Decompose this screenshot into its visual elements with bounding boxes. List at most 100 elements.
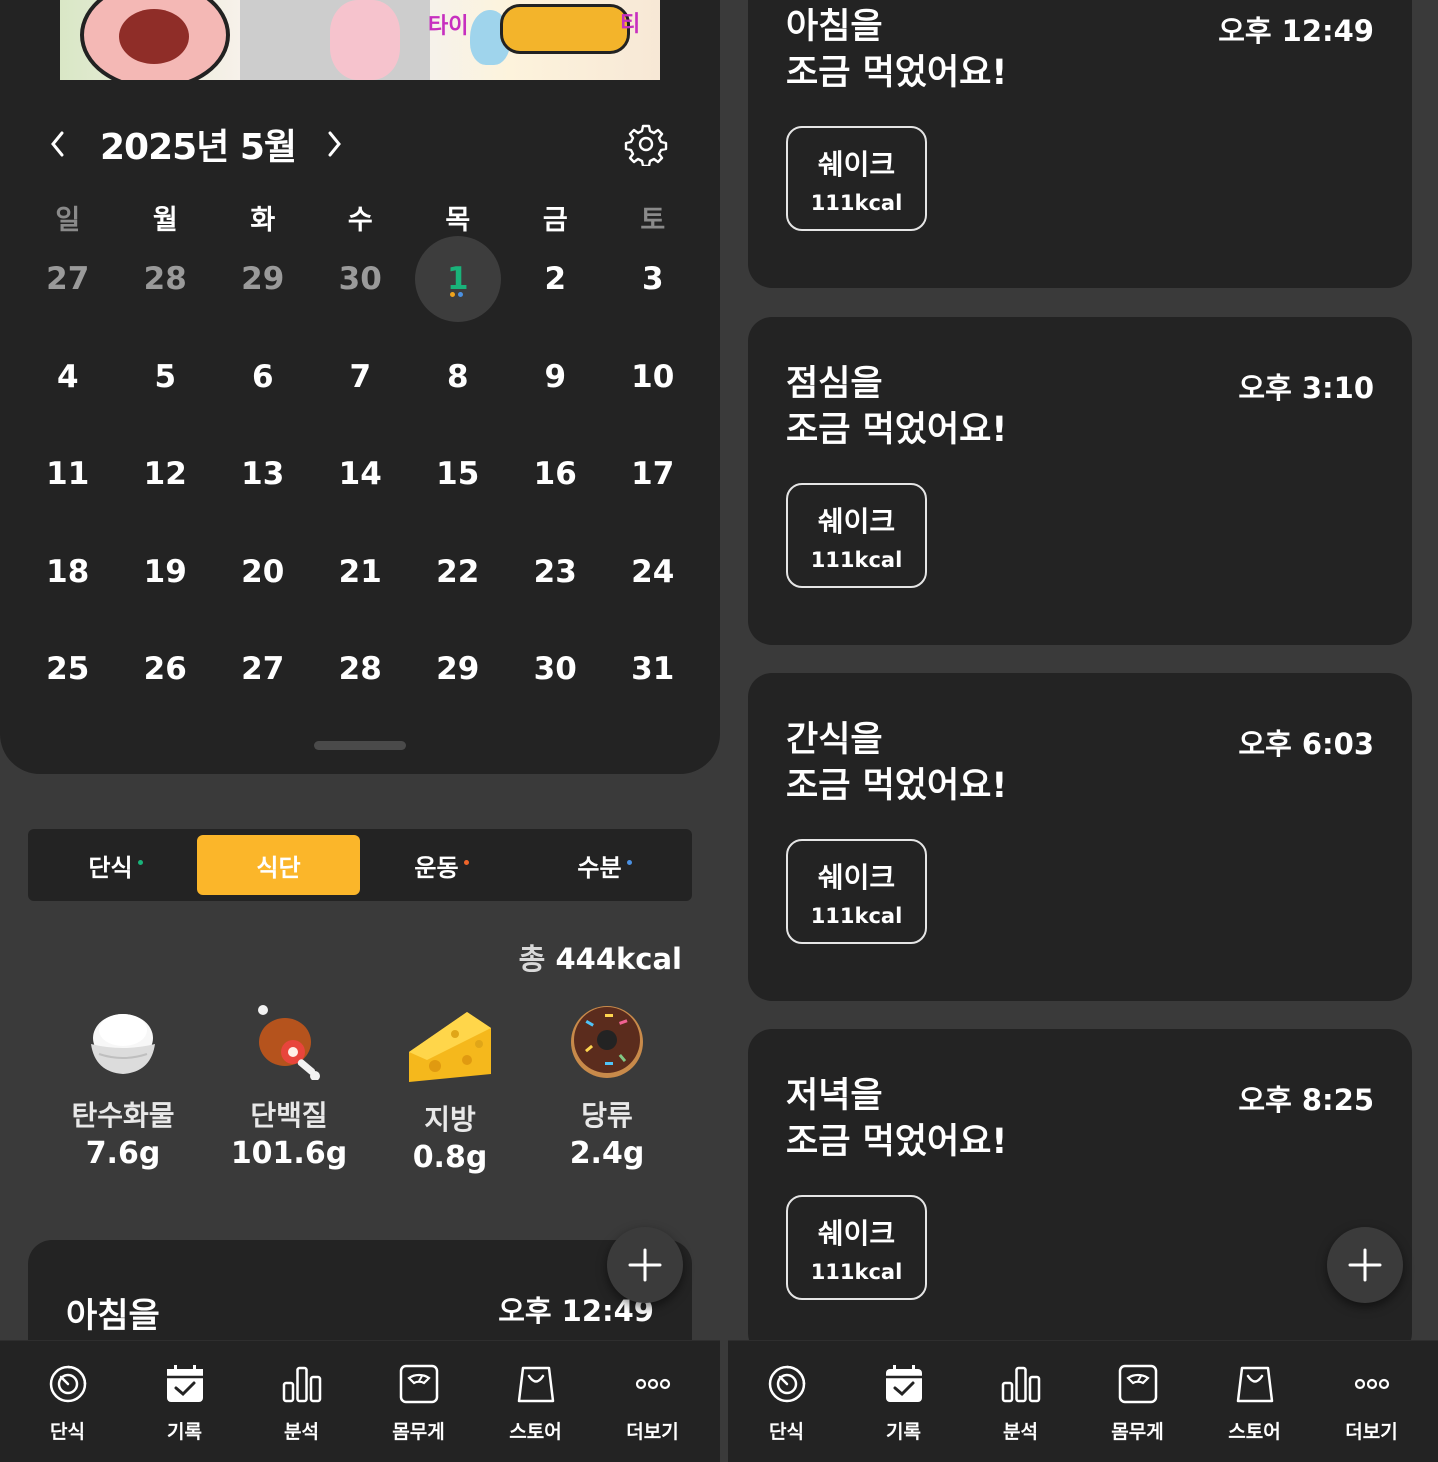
meal-title: 저녁을 조금 먹었어요! [786, 1073, 1007, 1165]
calendar-week: 4 5 6 7 8 9 10 [19, 334, 702, 432]
food-chip[interactable]: 쉐이크 111kcal [786, 839, 927, 944]
meal-card-dinner[interactable]: 저녁을 조금 먹었어요! 오후 8:25 쉐이크 111kcal [748, 1029, 1412, 1340]
calendar-day[interactable]: 16 [507, 431, 605, 517]
calendar-day[interactable]: 4 [19, 334, 117, 420]
left-screen: 타이 티 ? 2025년 5월 일 월 화 수 목 금 [0, 0, 720, 1340]
food-chip[interactable]: 쉐이크 111kcal [786, 1195, 927, 1300]
calendar-day[interactable]: 27 [214, 626, 312, 712]
nav-analysis[interactable]: 분석 [243, 1341, 360, 1462]
nav-label: 몸무게 [1111, 1421, 1164, 1443]
meal-title-line: 조금 먹었어요! [786, 410, 1008, 450]
add-record-button[interactable] [607, 1227, 683, 1303]
nav-more[interactable]: 더보기 [1313, 1341, 1430, 1462]
nutrient-value: 0.8g [412, 1140, 488, 1175]
tab-label: 단식 [88, 853, 133, 882]
tab-diet[interactable]: 식단 [197, 835, 360, 895]
nav-weight[interactable]: 몸무게 [1079, 1341, 1196, 1462]
add-record-button[interactable] [1327, 1227, 1403, 1303]
nav-fasting[interactable]: 단식 [728, 1341, 845, 1462]
calendar-day[interactable]: 23 [507, 529, 605, 615]
calendar-day[interactable]: 28 [117, 236, 215, 322]
calendar-drag-handle[interactable] [314, 741, 406, 750]
calendar-check-icon [885, 1365, 922, 1402]
tab-exercise[interactable]: 운동 [360, 835, 523, 895]
calendar-day[interactable]: 21 [312, 529, 410, 615]
calendar-day[interactable]: 5 [117, 334, 215, 420]
nav-label: 스토어 [1228, 1421, 1281, 1443]
food-name: 쉐이크 [817, 504, 896, 538]
chevron-right-icon [328, 131, 341, 157]
calendar-check-icon [166, 1365, 203, 1402]
nav-label: 단식 [769, 1421, 804, 1443]
record-dots [450, 292, 463, 297]
chevron-left-icon [51, 131, 64, 157]
nutrient-value: 7.6g [85, 1136, 161, 1171]
more-icon [1354, 1378, 1389, 1390]
calendar-day[interactable]: 6 [214, 334, 312, 420]
nav-store[interactable]: 스토어 [1196, 1341, 1313, 1462]
calendar-day[interactable]: 18 [19, 529, 117, 615]
calendar-day[interactable]: 30 [507, 626, 605, 712]
timer-icon [768, 1365, 805, 1403]
nav-weight[interactable]: 몸무게 [360, 1341, 477, 1462]
nutrient-protein: 단백질 101.6g [209, 1000, 369, 1171]
nav-record[interactable]: 기록 [845, 1341, 962, 1462]
calendar-day[interactable]: 28 [312, 626, 410, 712]
meal-card-breakfast[interactable]: 아침을 조금 먹었어요! 오후 12:49 쉐이크 111kcal [748, 0, 1412, 288]
meal-time: 오후 8:25 [1238, 1083, 1374, 1117]
calendar-day[interactable]: 11 [19, 431, 117, 517]
calendar-day[interactable]: 29 [409, 626, 507, 712]
gear-icon [624, 124, 668, 168]
prev-month-button[interactable] [40, 122, 76, 166]
calendar-day[interactable]: 30 [312, 236, 410, 322]
calendar-day[interactable]: 22 [409, 529, 507, 615]
calendar-day[interactable]: 15 [409, 431, 507, 517]
tab-water[interactable]: 수분 [523, 835, 686, 895]
calendar-day[interactable]: 27 [19, 236, 117, 322]
calendar-day[interactable]: 31 [604, 626, 702, 712]
calendar-week: 11 12 13 14 15 16 17 [19, 431, 702, 529]
calendar-day[interactable]: 9 [507, 334, 605, 420]
right-screen: 아침을 조금 먹었어요! 오후 12:49 쉐이크 111kcal 점심을 조금… [720, 0, 1438, 1340]
nav-analysis[interactable]: 분석 [962, 1341, 1079, 1462]
calendar-day[interactable]: 8 [409, 334, 507, 420]
calendar-day[interactable]: 3 [604, 236, 702, 322]
calendar-day[interactable]: 10 [604, 334, 702, 420]
nav-label: 더보기 [626, 1421, 679, 1443]
meal-card-lunch[interactable]: 점심을 조금 먹었어요! 오후 3:10 쉐이크 111kcal [748, 317, 1412, 645]
calendar-day[interactable]: 19 [117, 529, 215, 615]
nav-store[interactable]: 스토어 [477, 1341, 594, 1462]
food-chip[interactable]: 쉐이크 111kcal [786, 126, 927, 231]
calendar-day[interactable]: 20 [214, 529, 312, 615]
total-prefix: 총 [518, 942, 546, 976]
calendar-day[interactable]: 14 [312, 431, 410, 517]
calendar-day[interactable]: 7 [312, 334, 410, 420]
meal-time: 오후 6:03 [1238, 727, 1374, 761]
calendar-day[interactable]: 17 [604, 431, 702, 517]
next-month-button[interactable] [316, 122, 352, 166]
calendar-day-today[interactable]: 1 [409, 236, 507, 322]
meal-card[interactable]: 아침을 오후 12:49 [28, 1240, 692, 1340]
food-chip[interactable]: 쉐이크 111kcal [786, 483, 927, 588]
nav-fasting[interactable]: 단식 [9, 1341, 126, 1462]
food-kcal: 111kcal [810, 1259, 903, 1284]
food-name: 쉐이크 [817, 860, 896, 894]
calendar-day[interactable]: 29 [214, 236, 312, 322]
food-kcal: 111kcal [810, 903, 903, 928]
calendar-day[interactable]: 12 [117, 431, 215, 517]
nav-label: 단식 [50, 1421, 85, 1443]
nav-record[interactable]: 기록 [126, 1341, 243, 1462]
calendar-day[interactable]: 13 [214, 431, 312, 517]
settings-button[interactable] [624, 122, 668, 168]
nav-more[interactable]: 더보기 [594, 1341, 711, 1462]
scale-icon [1118, 1364, 1157, 1404]
bottom-nav: 단식 기록 분석 몸무게 스토어 더보기 [0, 1340, 720, 1462]
ad-banner[interactable]: 타이 티 ? [60, 0, 660, 80]
meal-card-snack[interactable]: 간식을 조금 먹었어요! 오후 6:03 쉐이크 111kcal [748, 673, 1412, 1001]
calendar-day[interactable]: 26 [117, 626, 215, 712]
tab-fasting[interactable]: 단식 [34, 835, 197, 895]
calendar-day[interactable]: 25 [19, 626, 117, 712]
tab-dot [137, 859, 143, 865]
calendar-day[interactable]: 24 [604, 529, 702, 615]
calendar-day[interactable]: 2 [507, 236, 605, 322]
